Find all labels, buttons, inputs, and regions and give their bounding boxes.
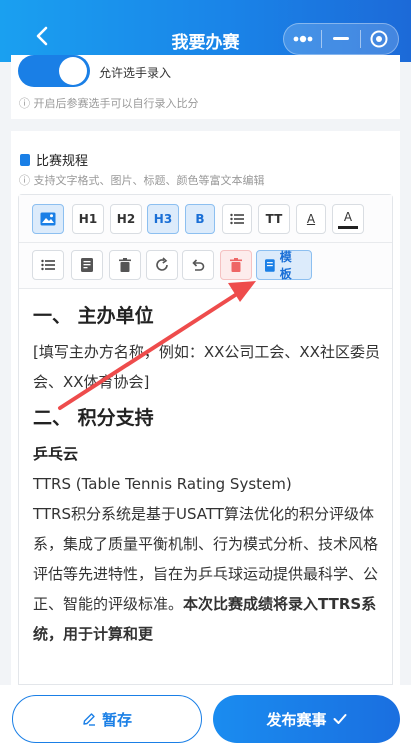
rules-section-title: 比赛规程 <box>20 150 88 169</box>
trash-icon <box>230 258 242 272</box>
background-color-label: A <box>343 209 353 224</box>
allow-self-entry-hint: ⓘ 开启后参赛选手可以自行录入比分 <box>19 97 199 110</box>
rules-title-text: 比赛规程 <box>36 154 89 169</box>
heading-1-button[interactable]: H1 <box>72 204 104 234</box>
list-icon <box>230 213 244 225</box>
allow-self-entry-label: 允许选手录入 <box>99 66 172 80</box>
save-label: 暂存 <box>101 710 132 729</box>
background-color-button[interactable]: A <box>332 204 364 234</box>
ttrs-description: TTRS积分系统是基于USATT算法优化的积分评级体系，集成了质量平衡机制、行为… <box>33 499 383 649</box>
heading-3-button[interactable]: H3 <box>147 204 179 234</box>
template-button[interactable]: 模板 <box>256 250 312 281</box>
heading-2-button[interactable]: H2 <box>110 204 142 234</box>
document-icon <box>20 153 30 166</box>
minimize-button[interactable] <box>322 24 359 54</box>
minus-icon <box>332 37 349 40</box>
more-dots-icon <box>293 35 313 43</box>
rich-text-editor[interactable]: H1 H2 H3 B TT A A 模板 一、 主办单位 [填写主办方名称，例如… <box>18 194 393 685</box>
app-header: 我要办赛 <box>0 0 411 62</box>
bottom-action-bar: 暂存 发布赛事 <box>0 685 411 755</box>
text-color-button[interactable]: A <box>296 204 326 234</box>
toggle-knob <box>59 57 87 85</box>
undo-button[interactable] <box>182 250 214 280</box>
publish-label: 发布赛事 <box>266 710 327 729</box>
font-size-button[interactable]: TT <box>258 204 290 234</box>
delete-button[interactable] <box>220 250 252 280</box>
form-card: 允许选手录入 ⓘ 开启后参赛选手可以自行录入比分 比赛规程 ⓘ 支持文字格式、图… <box>11 55 400 685</box>
more-button[interactable] <box>284 24 321 54</box>
editor-content[interactable]: 一、 主办单位 [填写主办方名称，例如：XX公司工会、XX社区委员会、XX体育协… <box>33 301 383 649</box>
pingpong-cloud-heading: 乒乓云 <box>33 445 79 463</box>
insert-image-button[interactable] <box>32 204 64 234</box>
section-divider <box>11 119 400 131</box>
redo-button[interactable] <box>146 250 178 280</box>
list-icon <box>41 259 55 271</box>
undo-icon <box>192 259 205 271</box>
close-miniprogram-button[interactable] <box>361 24 398 54</box>
target-circle-icon <box>370 30 388 48</box>
image-icon <box>40 212 56 226</box>
edit-icon <box>83 713 95 726</box>
save-draft-button[interactable]: 暂存 <box>12 695 202 743</box>
note-icon <box>81 258 93 272</box>
mini-program-capsule <box>283 23 399 55</box>
organizer-text: [填写主办方名称，例如：XX公司工会、XX社区委员会、XX体育协会] <box>33 343 380 391</box>
ttrs-title: TTRS (Table Tennis Rating System) <box>33 475 292 493</box>
editor-toolbar-row-2: 模板 <box>19 243 392 289</box>
template-label: 模板 <box>279 250 292 281</box>
redo-icon <box>156 257 168 271</box>
bold-button[interactable]: B <box>185 204 215 234</box>
ordered-list-button[interactable] <box>32 250 64 280</box>
list-button[interactable] <box>222 204 252 234</box>
points-heading: 二、 积分支持 <box>33 407 154 429</box>
editor-toolbar-row-1: H1 H2 H3 B TT A A <box>19 195 392 243</box>
allow-self-entry-toggle[interactable] <box>18 55 90 87</box>
organizer-heading: 一、 主办单位 <box>33 305 154 327</box>
document-icon <box>265 258 275 272</box>
note-button[interactable] <box>71 250 103 280</box>
check-icon <box>333 714 346 724</box>
rules-hint: ⓘ 支持文字格式、图片、标题、颜色等富文本编辑 <box>19 174 265 187</box>
trash-icon <box>119 258 131 272</box>
clear-button[interactable] <box>109 250 141 280</box>
publish-button[interactable]: 发布赛事 <box>213 695 400 743</box>
color-bar <box>338 225 358 229</box>
